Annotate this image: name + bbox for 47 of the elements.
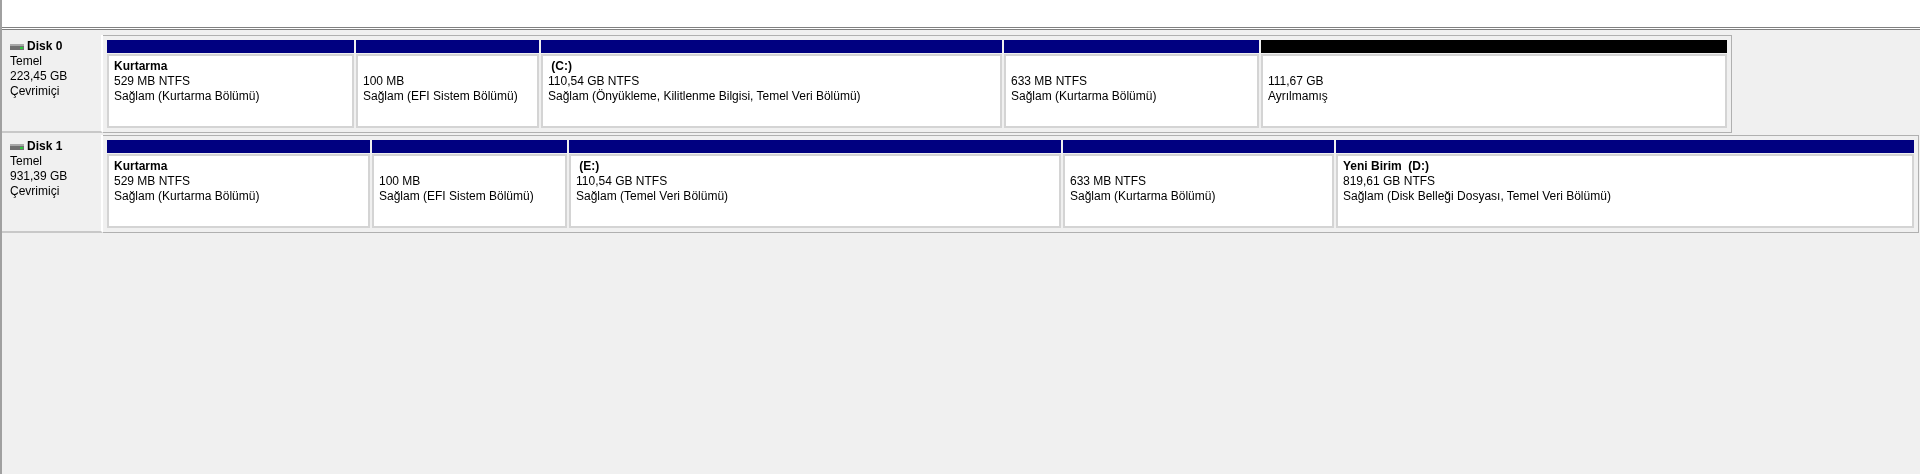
partition-status: Sağlam (EFI Sistem Bölümü) [379,189,535,204]
partition-size: 529 MB NTFS [114,74,192,89]
partition-status: Sağlam (Kurtarma Bölümü) [1070,189,1217,204]
partition-block[interactable]: Yeni Birim (D:) 819,61 GB NTFS Sağlam (Disk Belleği Dosyası, Temel Veri Bölümü) [1336,154,1914,228]
disk-status: Çevrimiçi [10,184,61,199]
disk-name: Disk 0 [27,39,63,54]
partition-size: 111,67 GB [1268,74,1325,89]
disk-size: 223,45 GB [10,69,69,84]
partition-block[interactable]: Kurtarma 529 MB NTFS Sağlam (Kurtarma Bölümü) [107,54,354,128]
partition-size: 110,54 GB NTFS [548,74,641,89]
volume-name: Yeni Birim (D:) [1343,159,1430,174]
disk-label-panel[interactable]: Disk 1 Temel 931,39 GB Çevrimiçi [2,135,103,233]
volume-name: (E:) [578,159,601,174]
disk-drive-icon [10,142,24,151]
disk-label-panel[interactable]: Disk 0 Temel 223,45 GB Çevrimiçi [2,35,103,133]
partition-status: Sağlam (EFI Sistem Bölümü) [363,89,519,104]
partition-status: Sağlam (Önyükleme, Kilitlenme Bilgisi, Temel Veri Bölümü) [548,89,862,104]
partition-status: Sağlam (Disk Belleği Dosyası, Temel Veri Bölümü) [1343,189,1612,204]
partition-block[interactable]: Kurtarma 529 MB NTFS Sağlam (Kurtarma Bölümü) [107,154,370,228]
partition-block[interactable]: 633 MB NTFS Sağlam (Kurtarma Bölümü) [1063,154,1334,228]
partition-size: 529 MB NTFS [114,174,192,189]
partition-size: 633 MB NTFS [1070,174,1148,189]
disk-drive-icon [10,42,24,51]
volume-name: Kurtarma [114,59,169,74]
partition-block[interactable]: 633 MB NTFS Sağlam (Kurtarma Bölümü) [1004,54,1259,128]
volume-name: (C:) [550,59,573,74]
partition-status: Ayrılmamış [1268,89,1329,104]
partition-block[interactable]: 100 MB Sağlam (EFI Sistem Bölümü) [356,54,539,128]
partition-status: Sağlam (Kurtarma Bölümü) [1011,89,1158,104]
partition-block[interactable]: (E:) 110,54 GB NTFS Sağlam (Temel Veri Bölümü) [569,154,1061,228]
partition-size: 100 MB [363,74,406,89]
partition-size: 633 MB NTFS [1011,74,1089,89]
partition-block[interactable]: 111,67 GB Ayrılmamış [1261,54,1727,128]
disk-status: Çevrimiçi [10,84,61,99]
disk-size: 931,39 GB [10,169,69,184]
partition-block[interactable]: (C:) 110,54 GB NTFS Sağlam (Önyükleme, Kilitlenme Bilgisi, Temel Veri Bölümü) [541,54,1002,128]
disk-type: Temel [10,54,43,69]
partition-size: 110,54 GB NTFS [576,174,669,189]
partition-status: Sağlam (Kurtarma Bölümü) [114,189,261,204]
volume-name: Kurtarma [114,159,169,174]
disk-type: Temel [10,154,43,169]
partition-status: Sağlam (Temel Veri Bölümü) [576,189,730,204]
partition-size: 819,61 GB NTFS [1343,174,1437,189]
partition-size: 100 MB [379,174,422,189]
partition-status: Sağlam (Kurtarma Bölümü) [114,89,261,104]
disk-name: Disk 1 [27,139,63,154]
partition-block[interactable]: 100 MB Sağlam (EFI Sistem Bölümü) [372,154,567,228]
